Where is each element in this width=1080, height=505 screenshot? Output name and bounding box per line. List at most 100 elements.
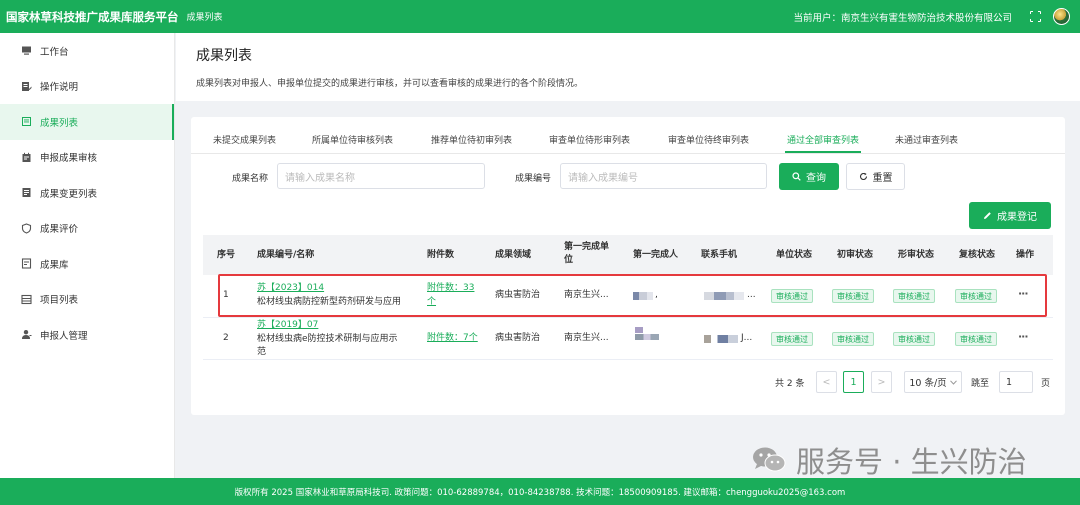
current-user-label: 当前用户：南京生兴有害生物防治技术股份有限公司	[793, 12, 1012, 24]
sidebar-item-instructions[interactable]: 操作说明	[0, 69, 174, 105]
phone-suffix: J...	[741, 333, 753, 343]
tab-formal-review[interactable]: 审查单位待形审列表	[549, 133, 630, 146]
column-header-first-unit: 第一完成单位	[564, 242, 610, 265]
query-button-label: 查询	[806, 173, 826, 184]
table-icon	[20, 293, 32, 305]
sidebar-item-change-list[interactable]: 成果变更列表	[0, 175, 174, 211]
column-header-index: 序号	[217, 250, 236, 260]
sidebar: 工作台 操作说明 成果列表 申报成果审核 成果变更列表 成果评价 成果库 项目列…	[0, 33, 175, 478]
unit-status-badge: 审核通过	[771, 332, 813, 346]
register-button-label: 成果登记	[997, 212, 1037, 223]
result-code-input[interactable]: 请输入成果编号	[560, 163, 767, 189]
sidebar-item-applicant-management[interactable]: 申报人管理	[0, 317, 174, 353]
footer: 版权所有 2025 国家林业和草原局科技司. 政策问题：010-62889784…	[0, 478, 1080, 505]
sidebar-item-results-list[interactable]: 成果列表	[0, 104, 174, 140]
column-header-initial-status: 初审状态	[837, 250, 874, 260]
results-card: 未提交成果列表 所属单位待审核列表 推荐单位待初审列表 审查单位待形审列表 审查…	[191, 117, 1065, 415]
sidebar-item-projects[interactable]: 项目列表	[0, 282, 174, 318]
column-header-formal-status: 形审状态	[898, 250, 935, 260]
column-header-actions: 操作	[1016, 250, 1035, 260]
register-result-button[interactable]: 成果登记	[969, 202, 1051, 229]
page-title: 成果列表	[196, 48, 252, 64]
list-icon	[20, 116, 32, 128]
reset-button-label: 重置	[872, 173, 893, 184]
tab-bar: 未提交成果列表 所属单位待审核列表 推荐单位待初审列表 审查单位待形审列表 审查…	[191, 117, 1065, 154]
fullscreen-icon[interactable]	[1029, 10, 1042, 23]
result-name-continued: 范	[257, 347, 267, 357]
sidebar-item-evaluation[interactable]: 成果评价	[0, 211, 174, 247]
sidebar-item-label: 成果列表	[40, 117, 79, 129]
checklist-icon	[20, 258, 32, 270]
refresh-icon	[859, 172, 867, 180]
result-field: 病虫害防治	[495, 333, 541, 343]
sidebar-item-label: 申报人管理	[40, 330, 88, 342]
chevron-down-icon	[949, 379, 957, 385]
tab-not-passed[interactable]: 未通过审查列表	[895, 133, 958, 146]
page-1-button[interactable]: 1	[843, 371, 864, 393]
redacted-phone	[704, 335, 738, 343]
edit-icon	[984, 212, 991, 219]
footer-copyright: 版权所有 2025 国家林业和草原局科技司. 政策问题：010-62889784…	[234, 487, 846, 498]
document-list-icon	[20, 187, 32, 199]
column-header-phone: 联系手机	[701, 250, 738, 260]
row-highlight-annotation	[218, 274, 1047, 317]
avatar[interactable]	[1053, 8, 1070, 25]
sidebar-item-label: 成果变更列表	[40, 188, 98, 200]
column-header-attachments: 附件数	[427, 250, 455, 260]
tab-final-review[interactable]: 审查单位待终审列表	[668, 133, 749, 146]
search-icon	[792, 172, 801, 181]
table-row: 2 苏【2019】07 松材线虫病e防控技术研制与应用示 范 附件数：7个 病虫…	[203, 318, 1053, 360]
calendar-check-icon	[20, 151, 32, 163]
watermark-text: 服务号 · 生兴防治	[796, 445, 1027, 479]
sidebar-item-workbench[interactable]: 工作台	[0, 33, 174, 69]
query-button[interactable]: 查询	[779, 163, 839, 190]
user-icon	[20, 329, 32, 341]
sidebar-item-label: 操作说明	[40, 82, 79, 94]
redacted-person-line	[635, 334, 659, 340]
result-name: 松材线虫病e防控技术研制与应用示	[257, 334, 398, 344]
column-header-first-person: 第一完成人	[633, 250, 679, 260]
page-header: 成果列表 成果列表对申报人、申报单位提交的成果进行审核，并可以查看审核的成果进行…	[176, 33, 1080, 101]
result-name-input[interactable]: 请输入成果名称	[277, 163, 485, 189]
top-bar: 国家林草科技推广成果库服务平台 成果列表 当前用户：南京生兴有害生物防治技术股份…	[0, 0, 1080, 33]
sidebar-item-label: 成果库	[40, 259, 69, 271]
page-unit-label: 页	[1041, 379, 1051, 389]
tab-unsubmitted[interactable]: 未提交成果列表	[213, 133, 276, 146]
column-header-unit-status: 单位状态	[776, 250, 813, 260]
document-edit-icon	[20, 80, 32, 92]
tab-unit-pending[interactable]: 所属单位待审核列表	[312, 133, 393, 146]
sidebar-item-results-library[interactable]: 成果库	[0, 246, 174, 282]
sidebar-item-declaration-review[interactable]: 申报成果审核	[0, 140, 174, 176]
column-header-field: 成果领域	[495, 250, 532, 260]
page-size-select[interactable]: 10 条/页	[904, 371, 962, 393]
first-unit: 南京生兴...	[564, 333, 609, 343]
shield-icon	[20, 222, 32, 234]
tab-all-passed[interactable]: 通过全部审查列表	[784, 133, 862, 153]
result-name-label: 成果名称	[232, 174, 269, 184]
attachments-link[interactable]: 附件数：7个	[427, 332, 478, 345]
result-code-label: 成果编号	[515, 174, 552, 184]
sidebar-item-label: 项目列表	[40, 295, 79, 307]
wechat-icon	[752, 446, 786, 474]
prev-page-button[interactable]: <	[816, 371, 837, 393]
breadcrumb: 成果列表	[186, 13, 223, 23]
review-status-badge: 审核通过	[955, 332, 997, 346]
next-page-button[interactable]: >	[871, 371, 892, 393]
sidebar-item-label: 申报成果审核	[40, 153, 98, 165]
sidebar-item-label: 成果评价	[40, 224, 79, 236]
table-header: 序号 成果编号/名称 附件数 成果领域 第一完成单位 第一完成人 联系手机 单位…	[203, 235, 1053, 275]
pagination-total: 共 2 条	[775, 379, 805, 389]
watermark: 服务号 · 生兴防治	[752, 440, 1027, 480]
result-code-link[interactable]: 苏【2019】07	[257, 319, 318, 332]
column-header-code-name: 成果编号/名称	[257, 250, 315, 260]
more-actions-icon[interactable]: ···	[1018, 330, 1029, 343]
tab-initial-review[interactable]: 推荐单位待初审列表	[431, 133, 512, 146]
platform-title: 国家林草科技推广成果库服务平台	[6, 9, 179, 24]
column-header-review-status: 复核状态	[959, 250, 996, 260]
page-size-value: 10 条/页	[909, 378, 947, 389]
formal-status-badge: 审核通过	[893, 332, 935, 346]
page-description: 成果列表对申报人、申报单位提交的成果进行审核，并可以查看审核的成果进行的各个阶段…	[196, 79, 584, 89]
reset-button[interactable]: 重置	[846, 163, 905, 190]
jump-page-input[interactable]: 1	[999, 371, 1033, 393]
sidebar-item-label: 工作台	[40, 46, 69, 58]
